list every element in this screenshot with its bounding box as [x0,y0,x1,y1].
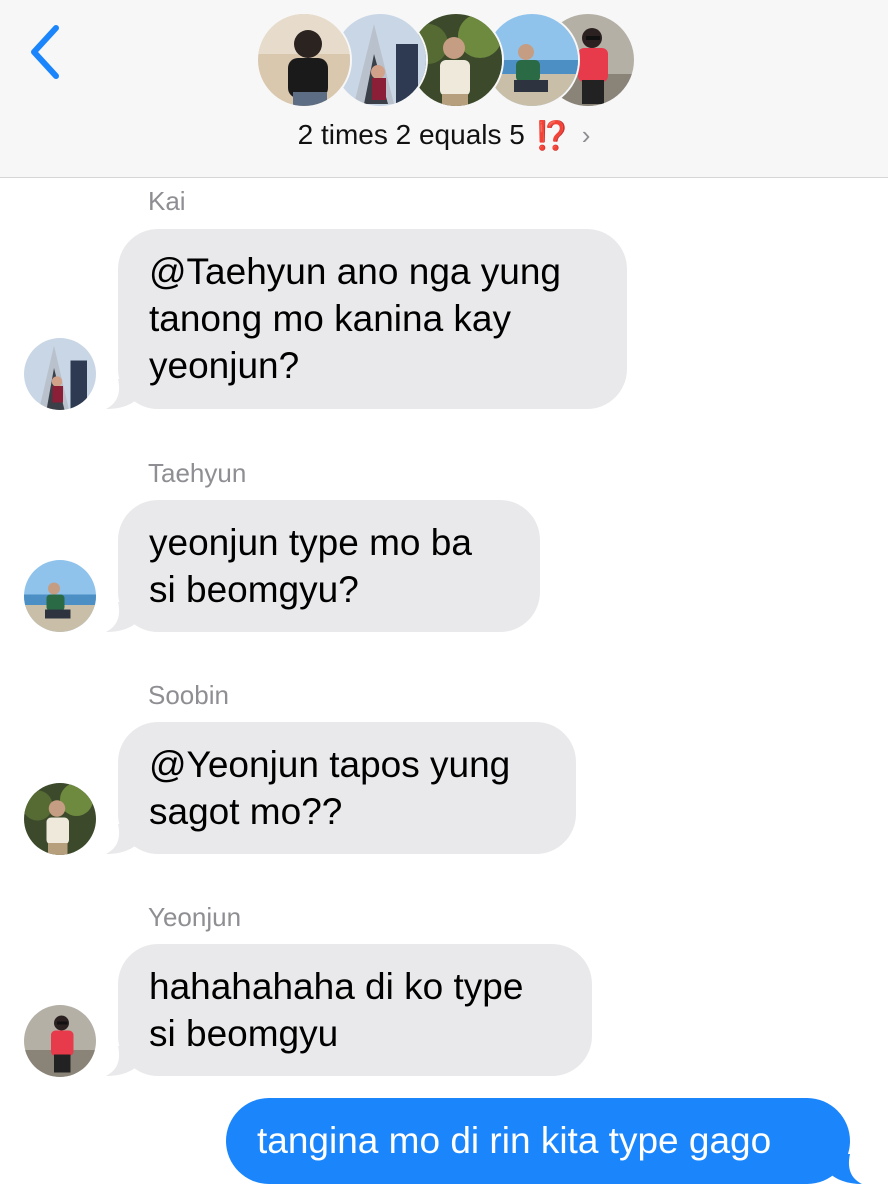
chevron-left-icon [31,25,59,79]
bubble-tail [828,1154,862,1184]
bubble-tail [106,824,140,854]
sender-avatar[interactable] [24,560,96,632]
message-text: yeonjun type mo ba [149,522,472,563]
message-text: si beomgyu? [149,569,359,610]
message-text: @Yeonjun tapos yung [149,744,511,785]
bubble-tail [106,379,140,409]
sender-avatar[interactable] [24,1005,96,1077]
message-bubble[interactable]: @Taehyun ano nga yung tanong mo kanina k… [106,229,627,409]
sender-avatar[interactable] [24,783,96,855]
sender-avatar[interactable] [24,338,96,410]
message-bubble[interactable]: @Yeonjun tapos yung sagot mo?? [106,722,576,854]
sender-name: Yeonjun [148,902,242,932]
sender-name: Soobin [148,680,229,710]
message-text: hahahahaha di ko type [149,966,524,1007]
message-text: si beomgyu [149,1013,339,1054]
message-text: @Taehyun ano nga yung [149,251,561,292]
sender-name: Taehyun [148,458,247,488]
member-avatar [256,12,352,108]
message-text: sagot mo?? [149,791,343,832]
interrobang-icon: ⁉️ [534,119,570,151]
group-avatars[interactable] [256,12,636,108]
bubble-tail [106,602,140,632]
chat-header: 2 times 2 equals 5 ⁉️ › [0,0,888,178]
back-button[interactable] [24,22,68,82]
chevron-right-icon: › [581,119,591,150]
message-bubble[interactable]: yeonjun type mo ba si beomgyu? [106,500,540,632]
bubble-tail [106,1046,140,1076]
message-text: tanong mo kanina kay [149,298,512,339]
sender-name: Kai [148,186,186,216]
group-name: 2 times 2 equals 5 [297,119,525,150]
outgoing-message-bubble[interactable]: tangina mo di rin kita type gago [226,1098,862,1184]
message-text: yeonjun? [149,345,300,386]
message-bubble[interactable]: hahahahaha di ko type si beomgyu [106,944,592,1076]
group-title[interactable]: 2 times 2 equals 5 ⁉️ › [0,112,888,158]
message-text: tangina mo di rin kita type gago [257,1120,772,1161]
